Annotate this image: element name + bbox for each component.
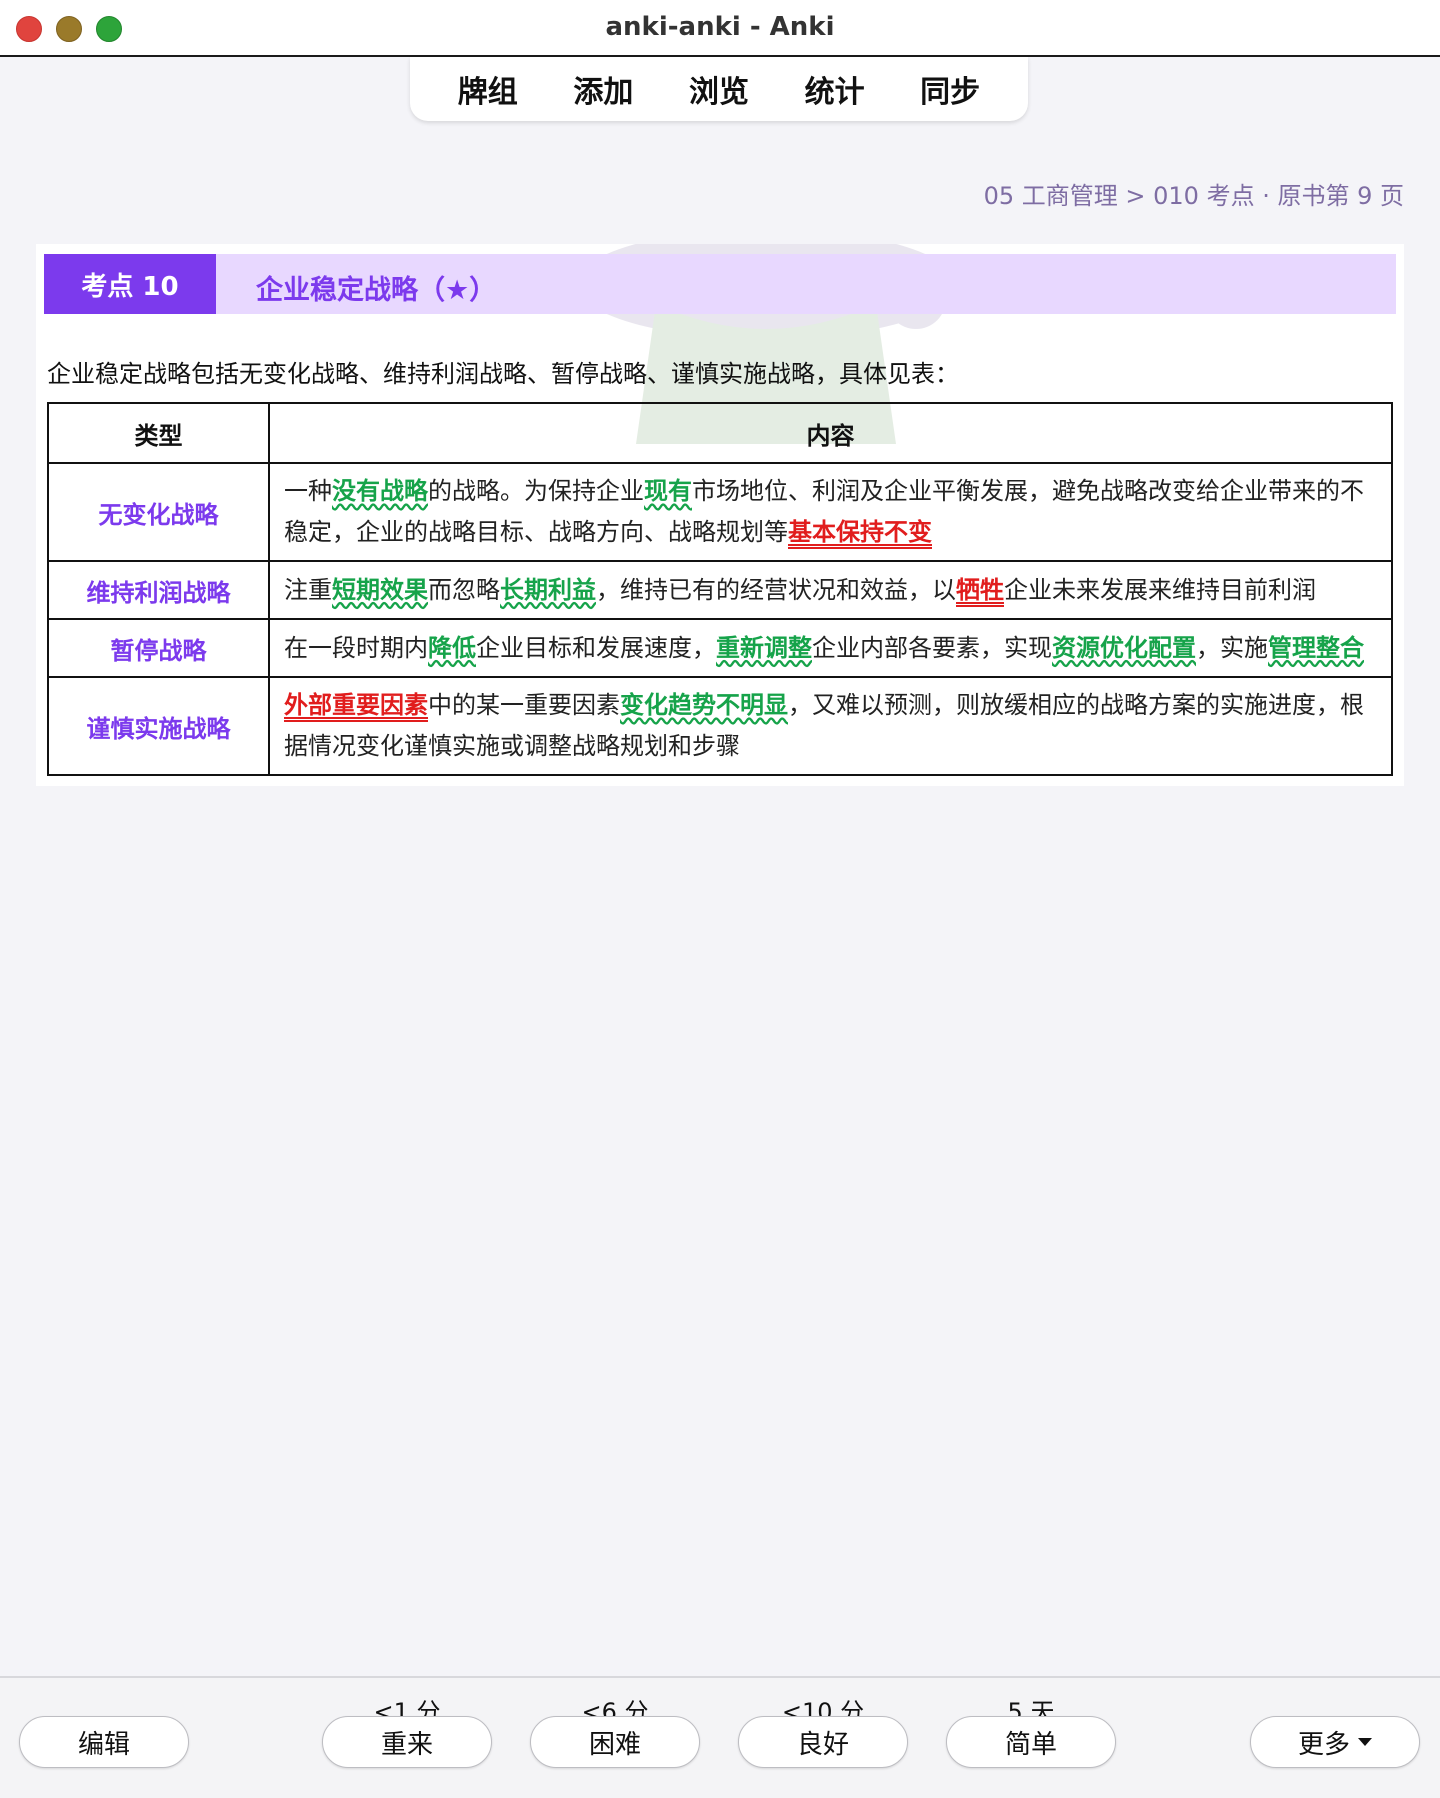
nav-sync[interactable]: 同步 [920, 67, 980, 111]
strategy-content: 外部重要因素中的某一重要因素变化趋势不明显，又难以预测，则放缓相应的战略方案的实… [268, 676, 1393, 776]
content-text: 企业内部各要素，实现 [812, 633, 1052, 662]
intro-text: 企业稳定战略包括无变化战略、维持利润战略、暂停战略、谨慎实施战略，具体见表： [47, 360, 959, 388]
content-text: 企业未来发展来维持目前利润 [1004, 575, 1316, 604]
nav-decks[interactable]: 牌组 [458, 67, 518, 111]
topic-badge: 考点 10 [44, 254, 216, 314]
content-text: 企业目标和发展速度， [476, 633, 716, 662]
keyword-green: 短期效果 [332, 575, 428, 604]
strategy-content: 在一段时期内降低企业目标和发展速度，重新调整企业内部各要素，实现资源优化配置，实… [268, 618, 1393, 678]
strategy-type: 谨慎实施战略 [47, 676, 270, 776]
content-text: 注重 [284, 575, 332, 604]
title-bar: anki-anki - Anki [0, 0, 1440, 57]
strategy-content: 注重短期效果而忽略长期利益，维持已有的经营状况和效益，以牺牲企业未来发展来维持目… [268, 560, 1393, 620]
strategy-type: 无变化战略 [47, 462, 270, 562]
keyword-green: 降低 [428, 633, 476, 662]
strategy-table: 类型 内容 无变化战略 一种没有战略的战略。为保持企业现有市场地位、利润及企业平衡… [47, 402, 1393, 776]
keyword-green: 变化趋势不明显 [620, 691, 788, 719]
card-content: 考点 10 企业稳定战略（★） 企业稳定战略包括无变化战略、维持利润战略、暂停战… [36, 244, 1404, 786]
header-content: 内容 [268, 402, 1393, 464]
more-label: 更多 [1297, 1729, 1350, 1760]
topic-header-strip [44, 254, 1396, 314]
edit-button[interactable]: 编辑 [19, 1716, 189, 1768]
keyword-green: 管理整合 [1268, 633, 1364, 662]
content-text: 而忽略 [428, 575, 500, 604]
keyword-green: 长期利益 [500, 575, 596, 604]
content-text: 在一段时期内 [284, 633, 428, 662]
top-nav: 牌组 添加 浏览 统计 同步 [410, 57, 1028, 121]
table-row: 无变化战略 一种没有战略的战略。为保持企业现有市场地位、利润及企业平衡发展，避免战… [47, 462, 1393, 562]
table-row: 维持利润战略 注重短期效果而忽略长期利益，维持已有的经营状况和效益，以牺牲企业未来… [47, 560, 1393, 620]
keyword-green: 重新调整 [716, 633, 812, 662]
table-row: 谨慎实施战略 外部重要因素中的某一重要因素变化趋势不明显，又难以预测，则放缓相应的… [47, 676, 1393, 776]
keyword-green: 现有 [644, 477, 692, 505]
good-button[interactable]: 良好 [738, 1716, 908, 1768]
more-button[interactable]: 更多 [1250, 1716, 1420, 1768]
caret-down-icon [1358, 1738, 1372, 1746]
window-title: anki-anki - Anki [605, 12, 835, 42]
topic-title: 企业稳定战略（★） [256, 275, 497, 306]
content-text: 一种 [284, 477, 332, 505]
nav-add[interactable]: 添加 [573, 67, 633, 111]
table-header-row: 类型 内容 [47, 402, 1393, 464]
keyword-green: 资源优化配置 [1052, 633, 1196, 662]
breadcrumb: 05 工商管理 > 010 考点 · 原书第 9 页 [983, 182, 1404, 210]
table-row: 暂停战略 在一段时期内降低企业目标和发展速度，重新调整企业内部各要素，实现资源优化… [47, 618, 1393, 678]
header-type: 类型 [47, 402, 270, 464]
content-text: ，维持已有的经营状况和效益，以 [596, 575, 956, 604]
hard-button[interactable]: 困难 [530, 1716, 700, 1768]
content-text: 中的某一重要因素 [428, 691, 620, 719]
strategy-type: 维持利润战略 [47, 560, 270, 620]
keyword-red: 基本保持不变 [788, 518, 932, 546]
answer-bar [0, 1676, 1440, 1798]
nav-stats[interactable]: 统计 [805, 67, 865, 111]
keyword-green: 没有战略 [332, 477, 428, 505]
keyword-red: 外部重要因素 [284, 691, 428, 719]
strategy-type: 暂停战略 [47, 618, 270, 678]
keyword-red: 牺牲 [956, 575, 1004, 604]
again-button[interactable]: 重来 [322, 1716, 492, 1768]
strategy-content: 一种没有战略的战略。为保持企业现有市场地位、利润及企业平衡发展，避免战略改变给企… [268, 462, 1393, 562]
content-text: 的战略。为保持企业 [428, 477, 644, 505]
easy-button[interactable]: 简单 [946, 1716, 1116, 1768]
nav-browse[interactable]: 浏览 [689, 67, 749, 111]
content-text: ，实施 [1196, 633, 1268, 662]
